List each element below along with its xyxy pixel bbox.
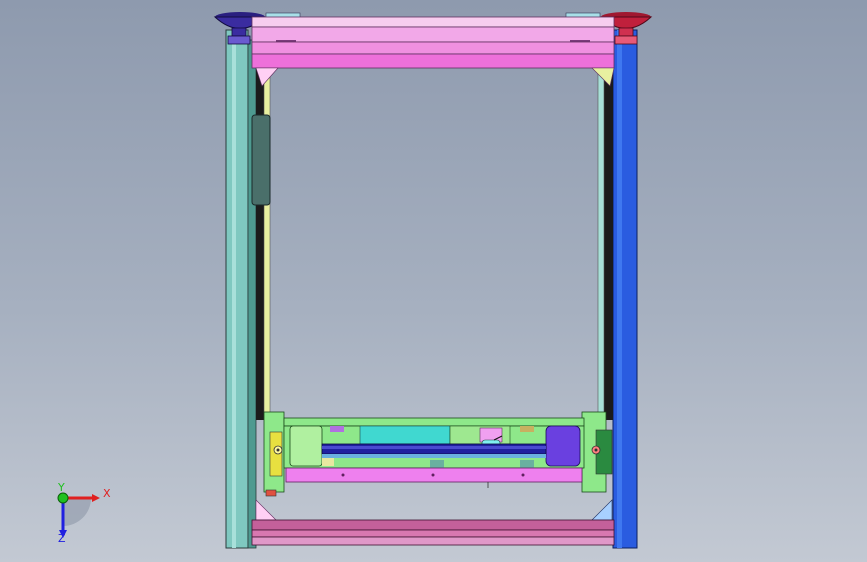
top-beam[interactable] bbox=[251, 12, 615, 87]
x-axis-label: X bbox=[103, 487, 111, 500]
bottom-beam[interactable] bbox=[251, 499, 615, 546]
y-axis-label: Y bbox=[58, 481, 65, 494]
left-column[interactable] bbox=[225, 29, 271, 549]
z-axis-label: Z bbox=[58, 532, 66, 545]
machine-frame-model[interactable] bbox=[0, 0, 867, 562]
carriage-assembly[interactable] bbox=[263, 411, 613, 497]
coordinate-triad: X Y Z bbox=[40, 478, 120, 548]
cad-graphics-viewport[interactable]: X Y Z bbox=[0, 0, 867, 562]
